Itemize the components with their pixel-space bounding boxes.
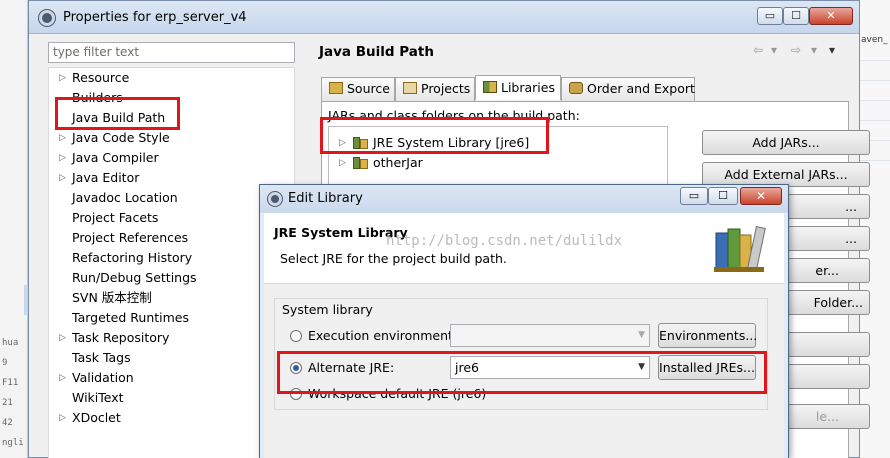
tree-item-javadoc-location[interactable]: Javadoc Location [49,188,294,208]
properties-titlebar[interactable]: Properties for erp_server_v4 ▭ ☐ ✕ [29,1,859,34]
bg-fragment: aven_ [861,35,888,45]
libraries-icon [483,81,497,93]
tree-item-project-references[interactable]: Project References [49,228,294,248]
tree-item-wikitext[interactable]: WikiText [49,388,294,408]
window-title: Properties for erp_server_v4 [63,10,247,25]
radio-workspace-default-jre[interactable]: Workspace default JRE (jre6) [290,384,486,404]
jars-label: JARs and class folders on the build path… [328,108,580,123]
watermark: http://blog.csdn.net/dulildx [386,233,623,249]
list-item-other-jar[interactable]: ▷ otherJar [329,153,529,173]
back-arrow-icon[interactable]: ⇦ [753,43,763,57]
group-title: System library [282,302,373,317]
tab-source[interactable]: Source [321,77,395,101]
tree-item-svn[interactable]: SVN 版本控制 [49,288,294,308]
tree-item-project-facets[interactable]: Project Facets [49,208,294,228]
tab-projects[interactable]: Projects [395,77,475,101]
tree-item-java-build-path[interactable]: Java Build Path [49,108,294,128]
list-item-jre-system-library[interactable]: ▷ JRE System Library [jre6] [329,133,529,153]
forward-menu-icon[interactable]: ▾ [811,43,817,57]
dialog-body: System library Execution environment: ▼ … [264,283,784,458]
bg-fragment: 42 [2,418,13,428]
minimize-button[interactable]: ▭ [680,187,708,205]
expand-arrow-icon[interactable]: ▷ [59,68,69,88]
tree-item-xdoclet[interactable]: ▷ XDoclet [49,408,294,428]
bg-fragment: ngli [2,438,24,448]
bg-fragment: F11 [2,378,19,388]
tree-item-task-tags[interactable]: Task Tags [49,348,294,368]
page-title: Java Build Path [319,44,434,60]
edit-library-titlebar[interactable]: Edit Library ▭ ☐ ✕ [260,185,788,213]
source-folder-icon [329,82,343,94]
edit-library-dialog: Edit Library ▭ ☐ ✕ JRE System Library Se… [259,184,789,458]
tree-item-refactoring-history[interactable]: Refactoring History [49,248,294,268]
library-books-icon [714,226,766,272]
tree-item-java-compiler[interactable]: ▷ Java Compiler [49,148,294,168]
back-menu-icon[interactable]: ▾ [771,43,777,57]
environments-button[interactable]: Environments... [658,323,757,348]
radio-button[interactable] [290,388,302,400]
bg-fragment: hua [2,338,19,348]
expand-arrow-icon[interactable]: ▷ [339,133,346,153]
expand-arrow-icon[interactable]: ▷ [59,148,69,168]
expand-arrow-icon[interactable]: ▷ [59,168,69,188]
installed-jres-button[interactable]: Installed JREs... [658,355,756,380]
forward-arrow-icon[interactable]: ⇨ [791,43,801,57]
properties-tree: ▷ Resource Builders Java Build Path ▷ Java… [48,67,295,458]
projects-icon [403,82,417,94]
minimize-button[interactable]: ▭ [757,7,783,25]
tab-libraries[interactable]: Libraries [475,75,561,100]
eclipse-gear-icon [268,192,282,206]
radio-execution-environment[interactable]: Execution environment: [290,326,457,346]
maximize-button[interactable]: ☐ [783,7,809,25]
dialog-title: Edit Library [288,191,363,206]
bg-fragment: 21 [2,398,13,408]
close-button[interactable]: ✕ [740,187,782,205]
alternate-jre-select[interactable]: jre6 ▼ [450,356,650,379]
expand-arrow-icon[interactable]: ▷ [59,368,69,388]
tree-item-java-editor[interactable]: ▷ Java Editor [49,168,294,188]
library-icon [353,157,369,169]
maximize-button[interactable]: ☐ [708,187,738,205]
background-editor-strip: hua 9 F11 21 42 ngli [0,0,28,458]
tree-item-validation[interactable]: ▷ Validation [49,368,294,388]
bg-fragment: 9 [2,358,8,368]
view-menu-icon[interactable]: ▾ [829,43,835,57]
expand-arrow-icon[interactable]: ▷ [59,128,69,148]
tree-item-builders[interactable]: Builders [49,88,294,108]
radio-alternate-jre[interactable]: Alternate JRE: [290,358,394,378]
tree-item-java-code-style[interactable]: ▷ Java Code Style [49,128,294,148]
header-description: Select JRE for the project build path. [280,251,507,266]
expand-arrow-icon[interactable]: ▷ [59,408,69,428]
close-button[interactable]: ✕ [809,7,853,25]
filter-input[interactable]: type filter text [48,42,295,63]
execution-environment-select[interactable]: ▼ [450,324,650,347]
tree-item-resource[interactable]: ▷ Resource [49,68,294,88]
add-jars-button[interactable]: Add JARs... [702,130,870,155]
tree-item-run-debug-settings[interactable]: Run/Debug Settings [49,268,294,288]
expand-arrow-icon[interactable]: ▷ [339,153,346,173]
tree-item-task-repository[interactable]: ▷ Task Repository [49,328,294,348]
tab-order-and-export[interactable]: Order and Export [561,77,695,101]
radio-button[interactable] [290,330,302,342]
library-icon [353,137,369,149]
chevron-down-icon: ▼ [638,330,645,340]
eclipse-gear-icon [39,10,55,26]
order-export-icon [569,82,583,94]
tree-item-targeted-runtimes[interactable]: Targeted Runtimes [49,308,294,328]
radio-button[interactable] [290,362,302,374]
chevron-down-icon: ▼ [638,362,645,372]
expand-arrow-icon[interactable]: ▷ [59,328,69,348]
